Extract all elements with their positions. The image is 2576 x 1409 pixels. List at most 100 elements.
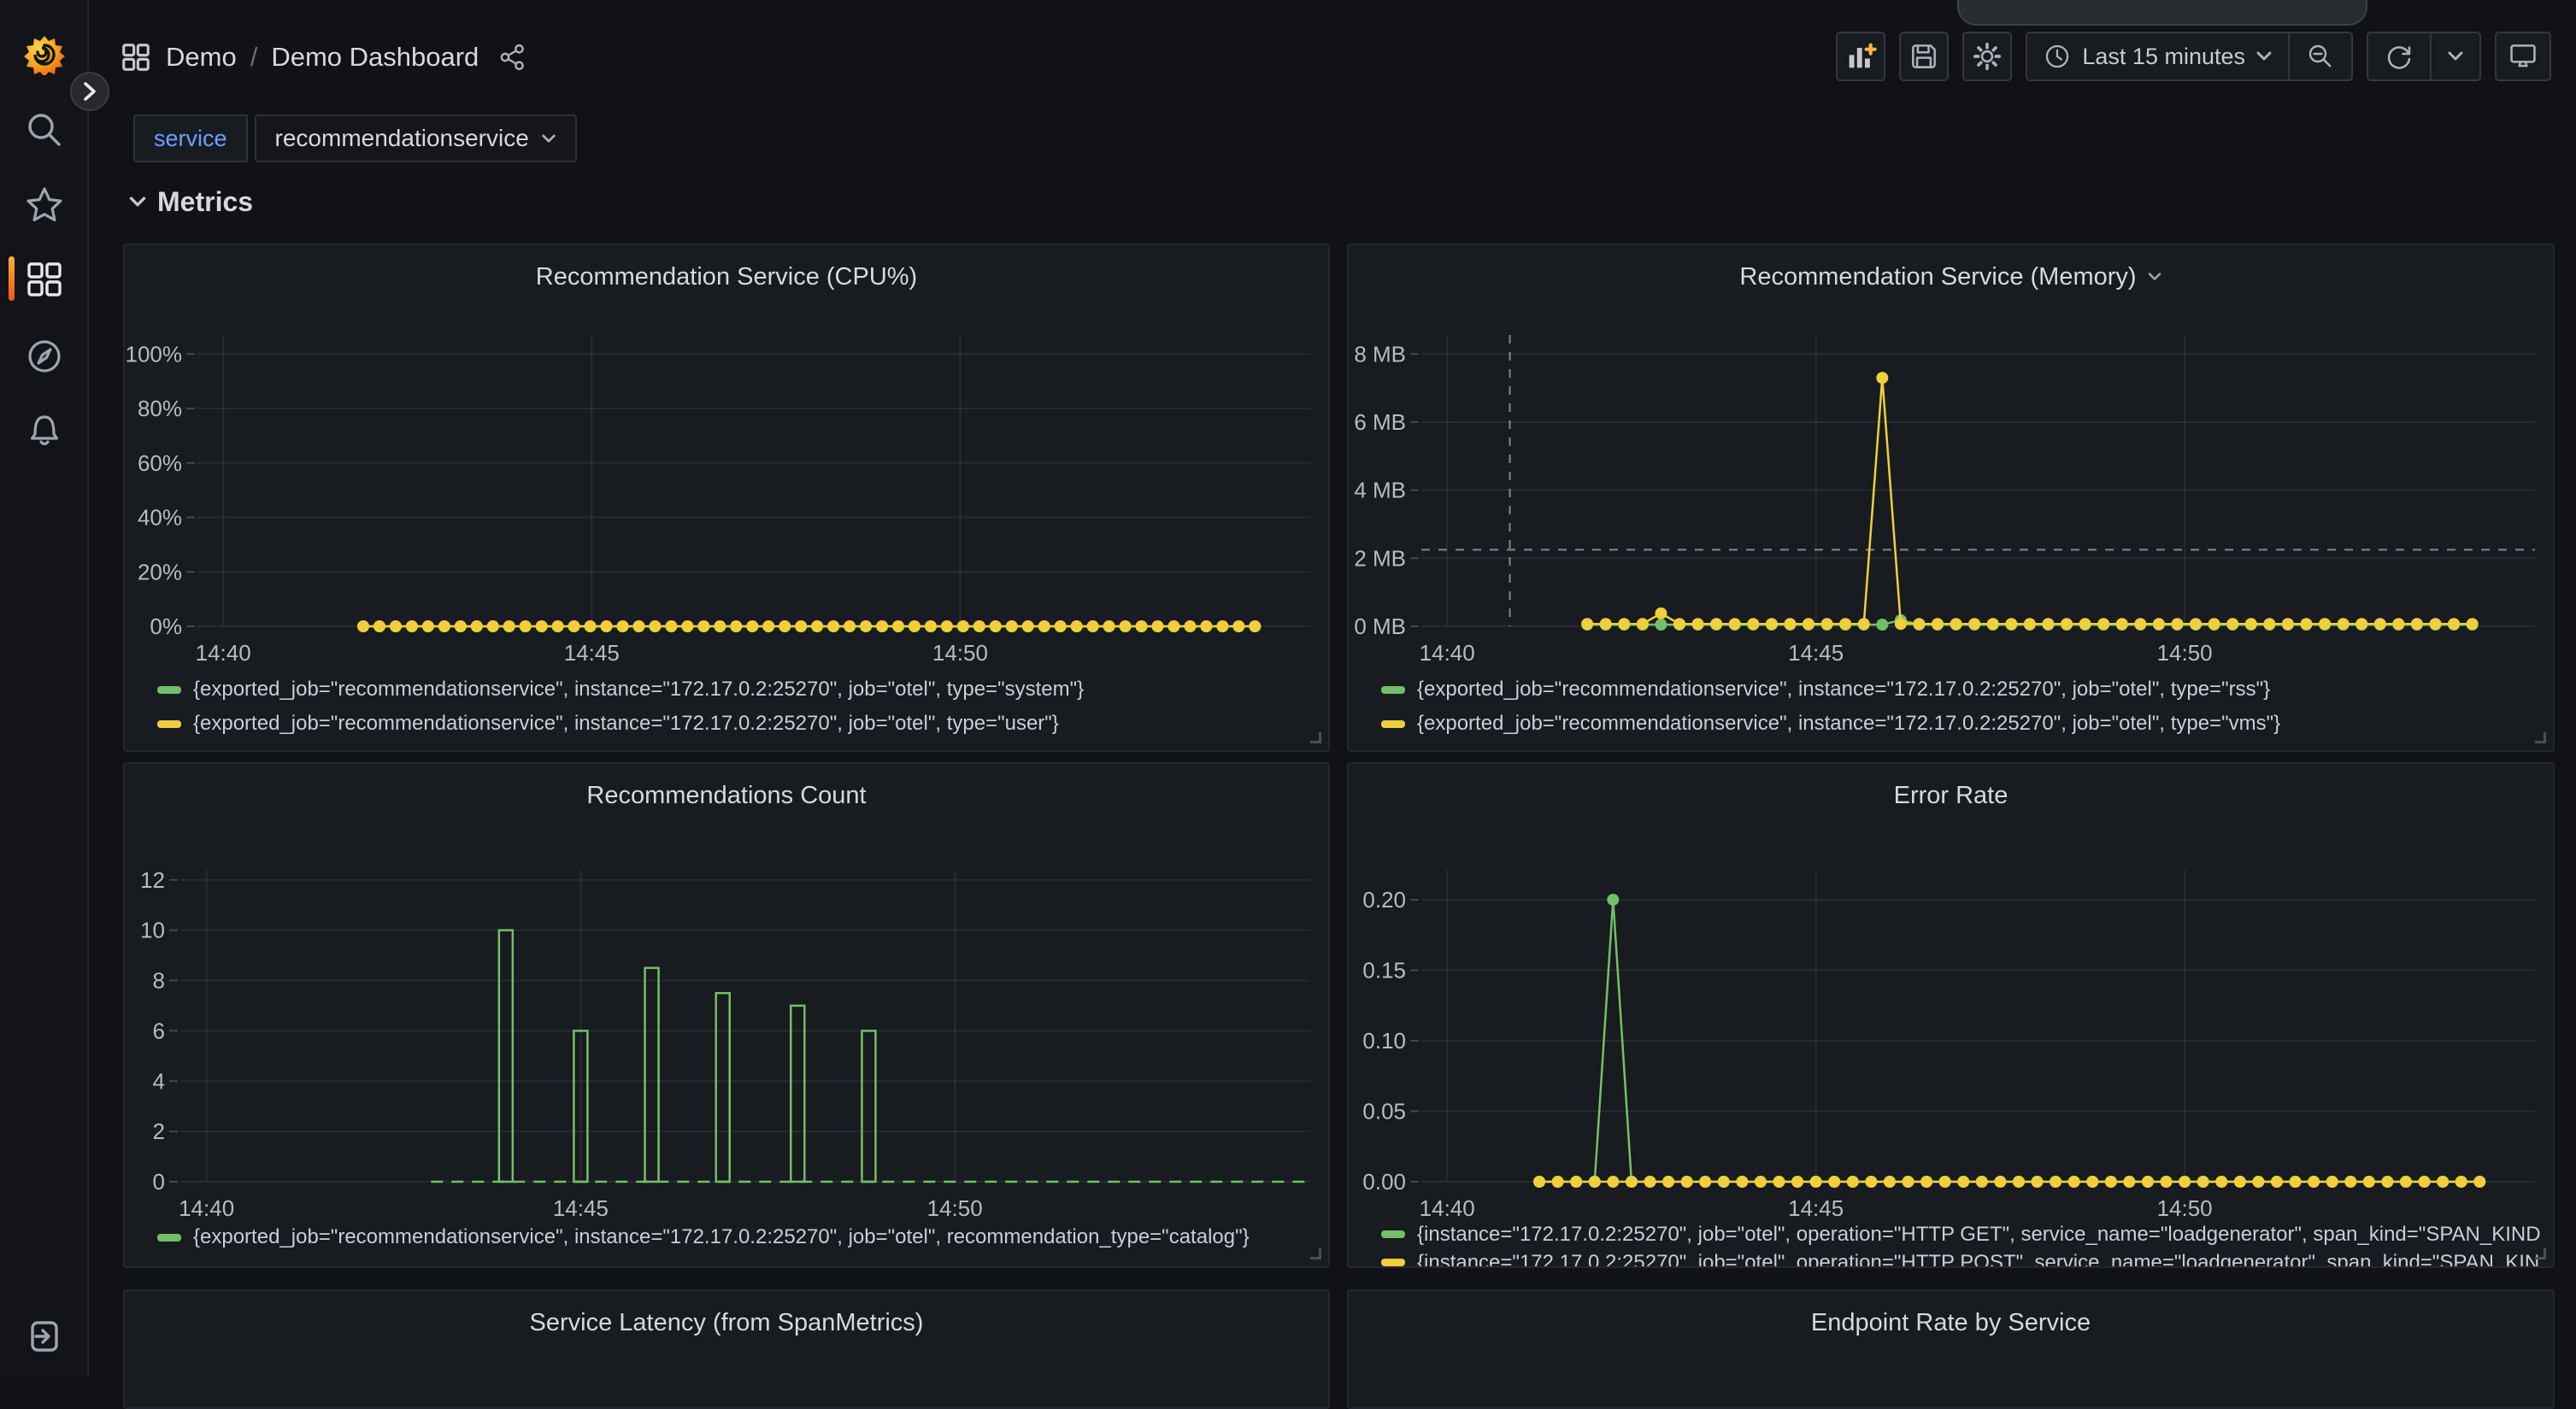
svg-text:14:50: 14:50: [932, 640, 988, 666]
svg-text:14:45: 14:45: [1788, 640, 1844, 666]
svg-text:14:40: 14:40: [179, 1195, 234, 1218]
svg-text:14:40: 14:40: [1420, 640, 1475, 666]
template-variables: service recommendationservice: [133, 114, 577, 162]
panel-count: Recommendations Count 14:4014:4514:50024…: [123, 762, 1330, 1268]
sign-in-icon[interactable]: [24, 1316, 65, 1357]
svg-text:6: 6: [153, 1018, 165, 1043]
dashboards-grid-icon: [120, 41, 152, 73]
explore-compass-icon[interactable]: [24, 336, 65, 377]
browser-notch: [1957, 0, 2367, 26]
svg-text:14:45: 14:45: [553, 1195, 609, 1218]
svg-text:8 MB: 8 MB: [1354, 341, 1406, 367]
panel-legend: {exported_job="recommendationservice", i…: [157, 672, 1320, 741]
legend-item[interactable]: {exported_job="recommendationservice", i…: [157, 707, 1320, 741]
breadcrumb-page-title: Demo Dashboard: [271, 42, 479, 73]
svg-text:0.10: 0.10: [1362, 1028, 1406, 1054]
clock-icon: [2043, 42, 2072, 71]
time-range-picker[interactable]: Last 15 minutes: [2027, 33, 2288, 79]
breadcrumb-separator: /: [250, 42, 258, 73]
panel-resize-handle[interactable]: [1310, 732, 1321, 743]
dashboard-settings-button[interactable]: [1962, 32, 2012, 81]
save-dashboard-button[interactable]: [1899, 32, 1949, 81]
svg-text:14:40: 14:40: [196, 640, 251, 666]
svg-text:12: 12: [140, 867, 165, 893]
panel-title[interactable]: Service Latency (from SpanMetrics): [125, 1303, 1328, 1342]
time-picker-group: Last 15 minutes: [2026, 32, 2353, 81]
kiosk-mode-button[interactable]: [2495, 32, 2551, 81]
panel-cpu: Recommendation Service (CPU%) 14:4014:45…: [123, 244, 1330, 752]
legend-item[interactable]: {exported_job="recommendationservice", i…: [1381, 672, 2544, 707]
refresh-button[interactable]: [2368, 33, 2430, 79]
svg-text:4 MB: 4 MB: [1354, 478, 1406, 503]
panel-resize-handle[interactable]: [2535, 732, 2546, 743]
panel-endpoint-rate: Endpoint Rate by Service: [1347, 1289, 2555, 1409]
panel-resize-handle[interactable]: [2535, 1248, 2546, 1259]
star-icon[interactable]: [24, 185, 65, 226]
alerting-bell-icon[interactable]: [24, 408, 65, 449]
row-metrics[interactable]: Metrics: [128, 186, 253, 218]
panel-legend: {exported_job="recommendationservice", i…: [1381, 672, 2544, 741]
svg-text:80%: 80%: [138, 396, 182, 421]
search-icon[interactable]: [24, 109, 65, 150]
refresh-interval-dropdown[interactable]: [2430, 33, 2479, 79]
svg-text:10: 10: [140, 918, 165, 943]
panel-title[interactable]: Endpoint Rate by Service: [1349, 1303, 2553, 1342]
row-title: Metrics: [157, 186, 253, 218]
legend-swatch: [157, 686, 181, 694]
zoom-out-button[interactable]: [2288, 33, 2351, 79]
svg-text:14:40: 14:40: [1420, 1195, 1475, 1218]
panel-error-rate: Error Rate 14:4014:4514:500.000.050.100.…: [1347, 762, 2555, 1268]
svg-text:6 MB: 6 MB: [1354, 409, 1406, 435]
svg-text:40%: 40%: [138, 505, 182, 531]
svg-text:0.15: 0.15: [1362, 957, 1406, 983]
variable-label[interactable]: service: [133, 114, 248, 162]
expand-sidebar-button[interactable]: [70, 72, 109, 111]
svg-text:4: 4: [153, 1068, 165, 1094]
svg-text:8: 8: [153, 968, 165, 994]
refresh-group: [2367, 32, 2481, 81]
svg-text:14:50: 14:50: [927, 1195, 983, 1218]
memory-chart[interactable]: 14:4014:4514:500 MB2 MB4 MB6 MB8 MB: [1349, 245, 2555, 671]
error-rate-chart[interactable]: 14:4014:4514:500.000.050.100.150.20: [1349, 764, 2555, 1218]
legend-item[interactable]: {exported_job="recommendationservice", i…: [1381, 707, 2544, 741]
legend-swatch: [1381, 1230, 1405, 1238]
legend-swatch: [157, 1234, 181, 1242]
svg-text:0: 0: [153, 1169, 165, 1195]
panel-memory: Recommendation Service (Memory) 14:4014:…: [1347, 244, 2555, 752]
legend-item[interactable]: {instance="172.17.0.2:25270", job="otel"…: [1381, 1220, 2544, 1248]
svg-text:14:50: 14:50: [2157, 1195, 2213, 1218]
svg-text:20%: 20%: [138, 559, 182, 584]
add-panel-button[interactable]: [1836, 32, 1885, 81]
dashboards-icon[interactable]: [24, 259, 65, 300]
svg-text:14:45: 14:45: [564, 640, 620, 666]
sidebar: [0, 0, 89, 1377]
svg-text:0 MB: 0 MB: [1354, 614, 1406, 639]
chevron-down-icon: [541, 133, 556, 144]
breadcrumb-folder[interactable]: Demo: [166, 42, 237, 73]
cpu-chart[interactable]: 14:4014:4514:500%20%40%60%80%100%: [125, 245, 1330, 671]
panel-legend: {instance="172.17.0.2:25270", job="otel"…: [1381, 1220, 2544, 1268]
breadcrumb: Demo / Demo Dashboard: [120, 36, 528, 79]
legend-item[interactable]: {instance="172.17.0.2:25270", job="otel"…: [1381, 1248, 2544, 1268]
panel-legend: {exported_job="recommendationservice", i…: [157, 1222, 1320, 1253]
variable-value-dropdown[interactable]: recommendationservice: [255, 114, 577, 162]
active-nav-indicator: [9, 256, 15, 301]
legend-item[interactable]: {exported_job="recommendationservice", i…: [157, 1222, 1320, 1253]
svg-text:0.20: 0.20: [1362, 887, 1406, 913]
chevron-down-icon: [128, 196, 147, 208]
legend-item[interactable]: {exported_job="recommendationservice", i…: [157, 672, 1320, 707]
chevron-down-icon: [2255, 50, 2273, 62]
svg-text:100%: 100%: [126, 341, 183, 367]
legend-swatch: [1381, 1259, 1405, 1266]
count-chart[interactable]: 14:40 14:45 14:50 0 2 4 6 8 10 12: [125, 764, 1330, 1218]
svg-text:0%: 0%: [150, 614, 182, 639]
svg-text:0.05: 0.05: [1362, 1098, 1406, 1124]
svg-text:14:50: 14:50: [2157, 640, 2213, 666]
panel-resize-handle[interactable]: [1310, 1248, 1321, 1259]
panel-latency: Service Latency (from SpanMetrics): [123, 1289, 1330, 1409]
grafana-logo[interactable]: [24, 34, 65, 75]
legend-swatch: [1381, 720, 1405, 728]
share-icon[interactable]: [497, 42, 528, 73]
svg-text:2: 2: [153, 1118, 165, 1144]
svg-text:14:45: 14:45: [1788, 1195, 1844, 1218]
